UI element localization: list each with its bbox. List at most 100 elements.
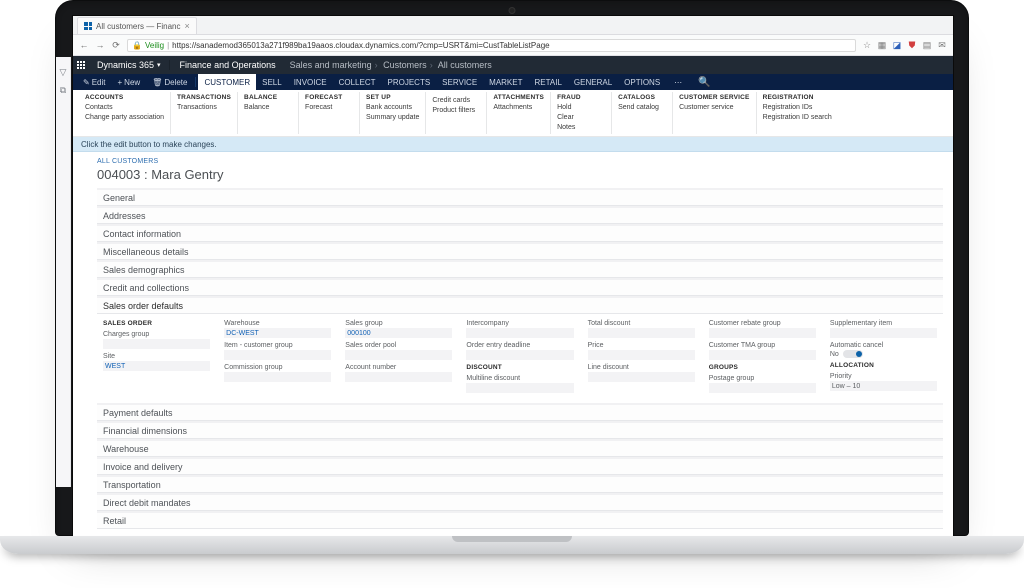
tab-invoice[interactable]: INVOICE <box>288 74 333 90</box>
search-icon[interactable]: 🔍 <box>692 74 716 90</box>
section-invoice-delivery[interactable]: Invoice and delivery <box>97 457 943 475</box>
forward-icon[interactable]: → <box>95 40 105 50</box>
ribbon-item[interactable]: Product filters <box>432 106 480 116</box>
field-sales-order-pool: Sales order pool <box>345 342 452 360</box>
star-icon[interactable]: ☆ <box>862 40 872 50</box>
section-direct-debit[interactable]: Direct debit mandates <box>97 493 943 511</box>
multiline-discount-input[interactable] <box>466 383 573 393</box>
ribbon-item[interactable]: Send catalog <box>618 103 666 113</box>
screen: All customers — Financ × ← → ⟳ 🔒 Veilig … <box>72 15 954 537</box>
tab-market[interactable]: MARKET <box>483 74 528 90</box>
delete-button[interactable]: 🗑Delete <box>146 74 193 90</box>
section-retail[interactable]: Retail <box>97 511 943 529</box>
tab-retail[interactable]: RETAIL <box>529 74 568 90</box>
laptop-base <box>0 536 1024 554</box>
camera-dot <box>509 7 516 14</box>
supplementary-item-input[interactable] <box>830 328 937 338</box>
ribbon-item[interactable]: Registration IDs <box>763 103 832 113</box>
field-warehouse: WarehouseDC-WEST <box>224 320 331 338</box>
back-icon[interactable]: ← <box>79 40 89 50</box>
ribbon-item[interactable]: Contacts <box>85 103 164 113</box>
action-bar: ✎Edit +New 🗑Delete CUSTOMER SELL INVOICE… <box>73 74 953 90</box>
item-customer-group-input[interactable] <box>224 350 331 360</box>
section-demo[interactable]: Sales demographics <box>97 260 943 278</box>
ribbon-group-title: ATTACHMENTS <box>493 94 544 101</box>
customer-tma-group-input[interactable] <box>709 350 816 360</box>
overflow-icon[interactable]: ⋯ <box>668 74 688 90</box>
laptop-bezel: All customers — Financ × ← → ⟳ 🔒 Veilig … <box>55 0 969 536</box>
ribbon-item[interactable]: Balance <box>244 103 292 113</box>
section-general[interactable]: General <box>97 188 943 206</box>
ribbon-item[interactable]: Bank accounts <box>366 103 419 113</box>
reload-icon[interactable]: ⟳ <box>111 40 121 51</box>
crumb-0[interactable]: Sales and marketing <box>290 60 372 70</box>
section-financial-dimensions[interactable]: Financial dimensions <box>97 421 943 439</box>
field-commission-group: Commission group <box>224 364 331 382</box>
section-payment-defaults[interactable]: Payment defaults <box>97 403 943 421</box>
charges-group-input[interactable] <box>103 339 210 349</box>
tab-collect[interactable]: COLLECT <box>333 74 382 90</box>
ribbon-item[interactable]: Clear <box>557 113 605 123</box>
mail-icon[interactable]: ✉ <box>937 40 947 50</box>
edit-button[interactable]: ✎Edit <box>77 74 112 90</box>
automatic-cancel-value: No <box>830 351 839 358</box>
section-sales-order-defaults[interactable]: Sales order defaults <box>97 296 943 314</box>
ribbon-item[interactable]: Change party association <box>85 113 164 123</box>
order-entry-deadline-input[interactable] <box>466 350 573 360</box>
section-contact[interactable]: Contact information <box>97 224 943 242</box>
warehouse-input[interactable]: DC-WEST <box>224 328 331 338</box>
ribbon-item[interactable]: Attachments <box>493 103 544 113</box>
ribbon-group-title: SET UP <box>366 94 419 101</box>
browser-tab[interactable]: All customers — Financ × <box>77 17 197 34</box>
shield-icon[interactable]: ⛊ <box>907 40 917 50</box>
tab-options[interactable]: OPTIONS <box>618 74 666 90</box>
address-bar[interactable]: 🔒 Veilig | https://sanademod365013a271f9… <box>127 39 856 52</box>
sales-order-pool-input[interactable] <box>345 350 452 360</box>
crumb-2[interactable]: All customers <box>438 60 492 70</box>
ext2-icon[interactable]: ▤ <box>922 40 932 50</box>
commission-group-input[interactable] <box>224 372 331 382</box>
tab-projects[interactable]: PROJECTS <box>382 74 437 90</box>
new-button[interactable]: +New <box>112 74 147 90</box>
price-input[interactable] <box>588 350 695 360</box>
section-misc[interactable]: Miscellaneous details <box>97 242 943 260</box>
apps-icon[interactable]: ▦ <box>877 40 887 50</box>
total-discount-input[interactable] <box>588 328 695 338</box>
postage-group-input[interactable] <box>709 383 816 393</box>
tab-customer[interactable]: CUSTOMER <box>198 74 256 90</box>
section-credit[interactable]: Credit and collections <box>97 278 943 296</box>
intercompany-input[interactable] <box>466 328 573 338</box>
ribbon-item[interactable]: Hold <box>557 103 605 113</box>
crumb-1[interactable]: Customers <box>383 60 427 70</box>
ribbon-item[interactable]: Registration ID search <box>763 113 832 123</box>
ribbon-item[interactable]: Credit cards <box>432 96 480 106</box>
field-customer-tma-group: Customer TMA group <box>709 342 816 360</box>
section-transportation[interactable]: Transportation <box>97 475 943 493</box>
ribbon-item[interactable]: Notes <box>557 123 605 133</box>
tab-service[interactable]: SERVICE <box>436 74 483 90</box>
ribbon-item[interactable]: Customer service <box>679 103 750 113</box>
customer-rebate-group-input[interactable] <box>709 328 816 338</box>
sales-group-input[interactable]: 000100 <box>345 328 452 338</box>
field-multiline-discount: Multiline discount <box>466 375 573 393</box>
plus-icon: + <box>118 78 123 87</box>
tab-sell[interactable]: SELL <box>256 74 288 90</box>
field-item-customer-group: Item - customer group <box>224 342 331 360</box>
account-number-input[interactable] <box>345 372 452 382</box>
close-icon[interactable]: × <box>184 22 189 31</box>
priority-input[interactable]: Low – 10 <box>830 381 937 391</box>
ext-icon[interactable]: ◪ <box>892 40 902 50</box>
line-discount-input[interactable] <box>588 372 695 382</box>
site-input[interactable]: WEST <box>103 361 210 371</box>
ribbon-item[interactable]: Transactions <box>177 103 231 113</box>
section-warehouse[interactable]: Warehouse <box>97 439 943 457</box>
tab-general[interactable]: GENERAL <box>568 74 618 90</box>
tab-title: All customers — Financ <box>96 22 180 31</box>
ribbon-item[interactable]: Summary update <box>366 113 419 123</box>
section-addresses[interactable]: Addresses <box>97 206 943 224</box>
page-title: 004003 : Mara Gentry <box>97 167 943 182</box>
product-switcher[interactable]: Dynamics 365 ▾ <box>89 60 170 70</box>
ribbon-item[interactable]: Forecast <box>305 103 353 113</box>
waffle-icon[interactable] <box>73 56 89 74</box>
automatic-cancel-toggle[interactable] <box>843 350 863 358</box>
